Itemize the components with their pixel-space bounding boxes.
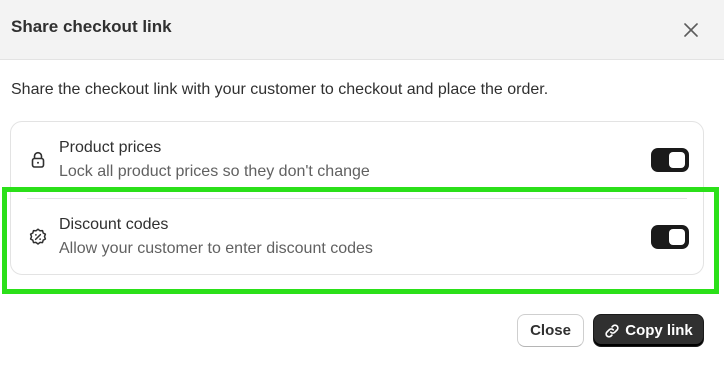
discount-badge-icon [28, 227, 48, 247]
modal-title: Share checkout link [11, 17, 172, 36]
option-subtitle: Allow your customer to enter discount co… [59, 240, 373, 257]
options-card: Product prices Lock all product prices s… [10, 121, 704, 275]
toggle-knob [669, 152, 685, 168]
share-checkout-modal: Share checkout link Share the checkout l… [0, 0, 724, 366]
link-icon [604, 323, 620, 339]
option-title: Discount codes [59, 216, 169, 233]
option-subtitle: Lock all product prices so they don't ch… [59, 163, 370, 180]
option-title: Product prices [59, 139, 162, 156]
copy-link-label: Copy link [625, 322, 693, 339]
option-row-product-prices: Product prices Lock all product prices s… [11, 122, 703, 198]
toggle-knob [669, 229, 685, 245]
close-icon[interactable] [679, 18, 703, 42]
discount-codes-toggle[interactable] [651, 225, 689, 249]
modal-header: Share checkout link [0, 0, 724, 60]
modal-description: Share the checkout link with your custom… [11, 81, 549, 98]
option-row-discount-codes: Discount codes Allow your customer to en… [11, 199, 703, 275]
lock-icon [28, 150, 48, 170]
copy-link-button[interactable]: Copy link [593, 314, 704, 347]
close-button[interactable]: Close [517, 314, 584, 347]
product-prices-toggle[interactable] [651, 148, 689, 172]
